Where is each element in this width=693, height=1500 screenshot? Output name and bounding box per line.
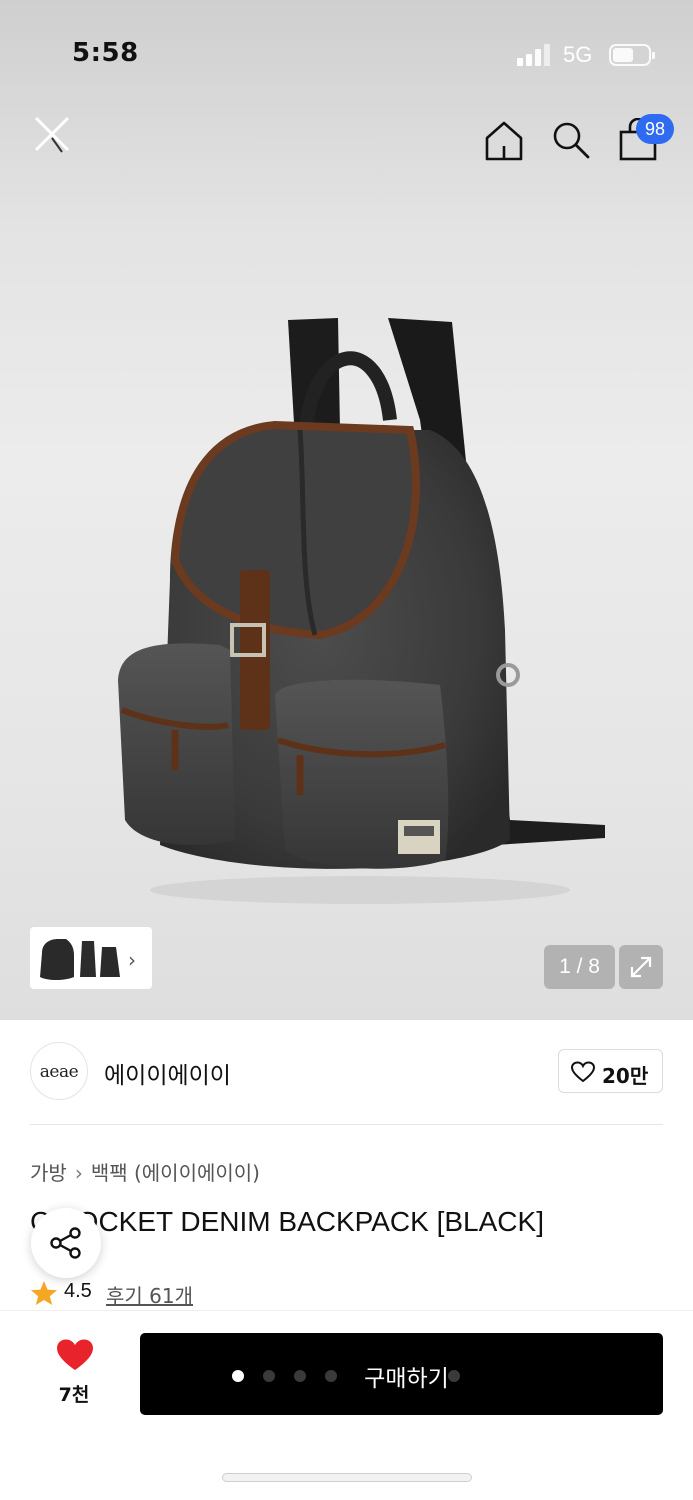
heart-filled-icon [57,1339,93,1370]
status-bar: 5:58 5G [0,0,693,100]
search-icon [553,122,590,159]
star-icon [31,1281,57,1305]
image-page-counter: 1 / 8 [544,945,615,989]
breadcrumb: 가방 › 백팩 (에이이에이이) [30,1157,260,1186]
network-label: 5G [563,42,593,67]
buy-button[interactable]: 구매하기 [140,1333,663,1415]
brand-like-count: 20만 [602,1064,649,1088]
status-time: 5:58 [72,38,139,68]
signal-icon [517,44,551,66]
carousel-dot [232,1370,244,1382]
heart-outline-icon [571,1061,595,1083]
brand-name[interactable]: 에이이에이이 [104,1056,231,1090]
product-title: C POCKET DENIM BACKPACK [BLACK] [30,1206,544,1237]
cart-count-badge: 98 [636,114,674,144]
search-button[interactable] [551,120,591,160]
close-icon [34,116,70,153]
brand-like-button[interactable]: 20만 [558,1049,663,1093]
home-icon [485,121,523,161]
chevron-right-icon: › [74,1161,83,1185]
chevron-right-icon: › [128,948,136,972]
wishlist-count: 7천 [58,1384,90,1406]
backpack-thumbnail [36,933,126,983]
home-indicator[interactable] [222,1473,472,1482]
carousel-dot [263,1370,275,1382]
brand-logo[interactable]: aeae [30,1042,88,1100]
close-button[interactable] [32,114,72,154]
buy-button-label: 구매하기 [364,1366,449,1392]
brand-row[interactable]: aeae 에이이에이이 20만 [30,1042,663,1102]
share-icon [50,1227,81,1259]
expand-icon [630,956,652,978]
home-button[interactable] [484,120,524,162]
carousel-dot [294,1370,306,1382]
wishlist-button[interactable]: 7천 [42,1334,106,1410]
breadcrumb-item-backpack[interactable]: 백팩 (에이이에이이) [91,1161,260,1185]
product-image[interactable] [100,300,620,910]
expand-button[interactable] [619,945,663,989]
carousel-dot [448,1370,460,1382]
carousel-dot [325,1370,337,1382]
share-button[interactable] [31,1208,101,1278]
product-hero: 5:58 5G 98 › 1 / 8 [0,0,693,1020]
battery-icon [609,44,655,66]
rating-value: 4.5 [64,1280,92,1302]
breadcrumb-item-bag[interactable]: 가방 [30,1161,67,1185]
divider [30,1124,663,1125]
review-count-link[interactable]: 후기 61개 [106,1280,193,1309]
